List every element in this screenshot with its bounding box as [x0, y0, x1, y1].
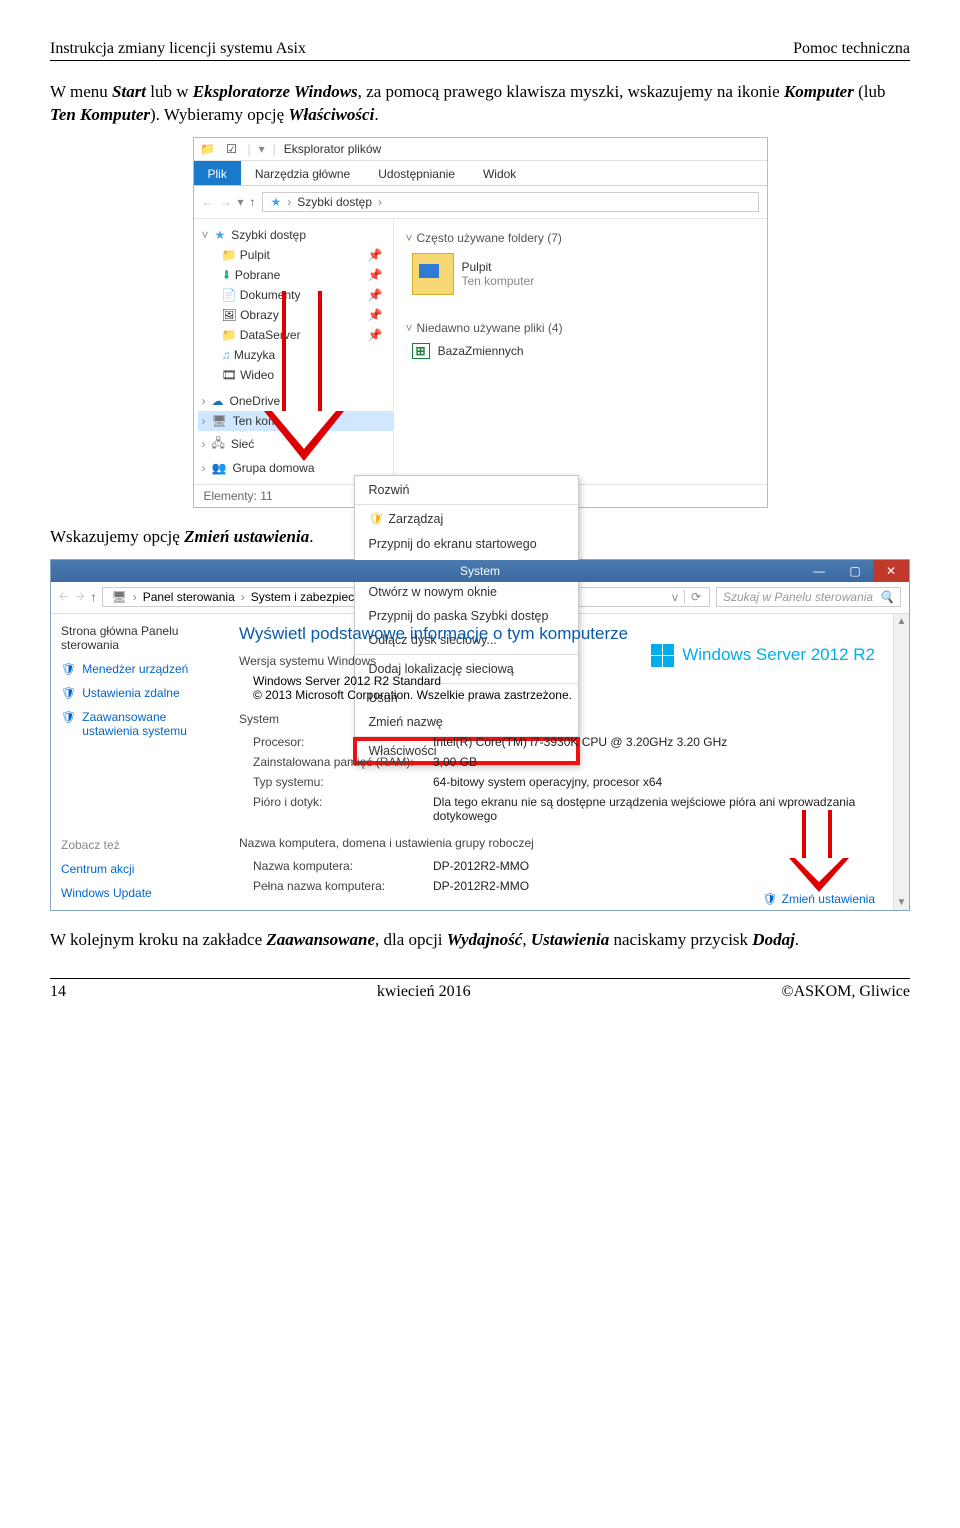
- pin-icon: 📌: [368, 288, 383, 302]
- checkbox-icon: ☑: [224, 141, 240, 157]
- sidebar: Strona główna Panelu sterowania 🛡Menedże…: [51, 614, 231, 910]
- folder-icon: 📁: [200, 141, 216, 157]
- shield-icon: 🛡: [61, 710, 76, 724]
- page-number: 14: [50, 983, 66, 1001]
- address-bar[interactable]: Szybki dostęp: [262, 192, 759, 212]
- sidebar-link[interactable]: Centrum akcji: [61, 862, 221, 876]
- minimize-button[interactable]: —: [801, 560, 837, 582]
- window-title: System: [460, 564, 500, 578]
- tab-share[interactable]: Udostępnianie: [364, 161, 469, 185]
- shield-icon: 🛡: [369, 512, 385, 526]
- value-ram: 3,00 GB: [433, 755, 877, 769]
- nav-up-icon[interactable]: ↑: [250, 195, 256, 209]
- scroll-down-icon[interactable]: ▼: [895, 895, 909, 910]
- menu-item[interactable]: Przypnij do ekranu startowego: [355, 532, 578, 556]
- nav-item[interactable]: Dokumenty📌: [198, 285, 393, 305]
- pin-icon: 📌: [368, 308, 383, 322]
- tab-home[interactable]: Narzędzia główne: [241, 161, 364, 185]
- sidebar-link[interactable]: 🛡Zaawansowane ustawienia systemu: [61, 710, 221, 738]
- red-arrow-annotation: [802, 810, 849, 892]
- frequent-header: Często używane foldery (7): [417, 231, 562, 245]
- window-title: Eksplorator plików: [284, 142, 381, 156]
- star-icon: [215, 228, 226, 242]
- scrollbar[interactable]: ▲ ▼: [893, 614, 909, 910]
- search-input[interactable]: Szukaj w Panelu sterowania 🔍: [716, 587, 901, 607]
- footer-copyright: ©ASKOM, Gliwice: [781, 983, 910, 1001]
- nav-fwd-icon[interactable]: 🡢: [75, 587, 85, 608]
- nav-item[interactable]: Pobrane📌: [198, 265, 393, 285]
- nav-homegroup[interactable]: Grupa domowa: [232, 461, 314, 475]
- nav-pane: Szybki dostęp Pulpit📌 Pobrane📌 Dokumenty…: [194, 219, 394, 484]
- nav-back-icon[interactable]: 🡠: [59, 587, 69, 608]
- scroll-up-icon[interactable]: ▲: [895, 614, 909, 629]
- shield-icon: 🛡: [762, 892, 777, 906]
- section-system: System: [239, 712, 877, 726]
- folder-tile[interactable]: Pulpit Ten komputer: [412, 253, 755, 295]
- recent-header: Niedawno używane pliki (4): [417, 321, 563, 335]
- nav-item[interactable]: Pulpit📌: [198, 245, 393, 265]
- value-systype: 64-bitowy system operacyjny, procesor x6…: [433, 775, 877, 789]
- section-computername: Nazwa komputera, domena i ustawienia gru…: [239, 836, 877, 850]
- tab-view[interactable]: Widok: [469, 161, 530, 185]
- maximize-button[interactable]: ▢: [837, 560, 873, 582]
- cloud-icon: [212, 394, 224, 408]
- nav-item[interactable]: Muzyka: [198, 345, 393, 365]
- nav-up-icon[interactable]: ↑: [90, 590, 96, 604]
- page-heading: Wyświetl podstawowe informacje o tym kom…: [239, 624, 877, 644]
- nav-fwd-icon[interactable]: →: [220, 195, 232, 209]
- sidebar-seealso: Zobacz też: [61, 838, 221, 852]
- sidebar-link[interactable]: 🛡Menedżer urządzeń: [61, 662, 221, 676]
- os-name: Windows Server 2012 R2 Standard: [253, 674, 877, 688]
- recent-file[interactable]: BazaZmiennych: [412, 343, 755, 359]
- windows-brand: Windows Server 2012 R2: [651, 644, 875, 667]
- nav-item[interactable]: Obrazy📌: [198, 305, 393, 325]
- shield-icon: 🛡: [61, 686, 76, 700]
- star-icon: [271, 195, 282, 209]
- copyright: © 2013 Microsoft Corporation. Wszelkie p…: [253, 688, 877, 702]
- sidebar-link[interactable]: Windows Update: [61, 886, 221, 900]
- nav-quickaccess[interactable]: Szybki dostęp: [231, 228, 306, 242]
- explorer-window: 📁 ☑ | ▾ | Eksplorator plików Plik Narzęd…: [193, 137, 768, 508]
- paragraph-3: W kolejnym kroku na zakładce Zaawansowan…: [50, 929, 910, 952]
- pin-icon: 📌: [368, 328, 383, 342]
- windows-logo-icon: [651, 644, 674, 667]
- nav-back-icon[interactable]: ←: [202, 195, 214, 209]
- paragraph-1: W menu Start lub w Eksploratorze Windows…: [50, 81, 910, 127]
- header-right: Pomoc techniczna: [793, 40, 910, 58]
- nav-onedrive[interactable]: OneDrive: [230, 394, 281, 408]
- pin-icon: 📌: [368, 248, 383, 262]
- search-icon: 🔍: [879, 590, 894, 604]
- change-settings-link[interactable]: 🛡Zmień ustawienia: [762, 892, 875, 906]
- menu-item[interactable]: Otwórz w nowym oknie: [355, 580, 578, 604]
- pc-icon: [111, 590, 126, 604]
- group-icon: [212, 461, 227, 475]
- nav-network[interactable]: Sieć: [231, 437, 254, 451]
- close-button[interactable]: ✕: [873, 560, 909, 582]
- value-cpu: Intel(R) Core(TM) i7-3930K CPU @ 3.20GHz…: [433, 735, 877, 749]
- nav-item[interactable]: DataServer📌: [198, 325, 393, 345]
- sidebar-home[interactable]: Strona główna Panelu sterowania: [61, 624, 221, 652]
- sidebar-link[interactable]: 🛡Ustawienia zdalne: [61, 686, 221, 700]
- pc-icon: [212, 414, 227, 428]
- header-left: Instrukcja zmiany licencji systemu Asix: [50, 40, 306, 58]
- nav-thispc[interactable]: Ten komputer: [198, 411, 393, 431]
- menu-item[interactable]: 🛡Zarządzaj: [355, 507, 578, 532]
- menu-item[interactable]: Rozwiń: [355, 478, 578, 502]
- nav-item[interactable]: Wideo: [198, 365, 393, 385]
- shield-icon: 🛡: [61, 662, 76, 676]
- network-icon: [212, 434, 225, 455]
- footer-date: kwiecień 2016: [377, 983, 471, 1001]
- pin-icon: 📌: [368, 268, 383, 282]
- desktop-folder-icon: [412, 253, 454, 295]
- excel-icon: [412, 343, 430, 359]
- main-panel: Wyświetl podstawowe informacje o tym kom…: [231, 614, 893, 910]
- tab-file[interactable]: Plik: [194, 161, 241, 185]
